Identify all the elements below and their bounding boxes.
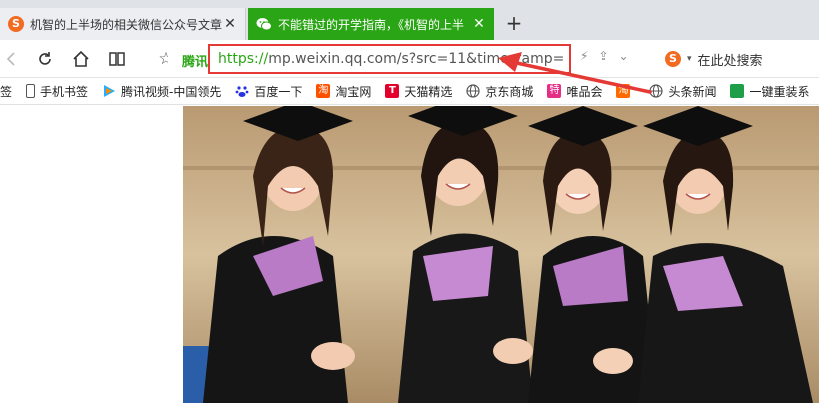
new-tab-button[interactable]: +	[503, 12, 525, 34]
close-icon[interactable]: ✕	[472, 17, 486, 31]
tab-sogou-search[interactable]: S 机智的上半场的相关微信公众号文章 ✕	[0, 8, 246, 40]
page-content	[0, 106, 819, 403]
caret-down-icon[interactable]: ▾	[687, 54, 692, 64]
search-area[interactable]: S ▾ 在此处搜索	[665, 48, 815, 70]
address-tools: ⚡ ⇪ ⌄	[580, 49, 629, 63]
bookmark-label: 淘宝网	[335, 84, 372, 99]
reload-button[interactable]	[34, 48, 56, 70]
bookmark-label: 腾讯视频-中国领先	[121, 84, 222, 99]
article-photo	[183, 106, 819, 403]
bookmark-baidu[interactable]: 百度一下	[235, 83, 302, 100]
bookmark-reinstall[interactable]: 一键重装系	[730, 83, 809, 100]
tab-title: 机智的上半场的相关微信公众号文章	[30, 17, 223, 32]
globe-icon	[649, 84, 664, 98]
address-bar[interactable]: 腾讯 https://mp.weixin.qq.com/s?src=11&tim…	[168, 44, 658, 74]
bookmark-taobao[interactable]: 淘 淘宝网	[316, 83, 371, 100]
url-highlight-box[interactable]: https://mp.weixin.qq.com/s?src=11&timest…	[208, 44, 571, 74]
sogou-icon: S	[8, 16, 24, 32]
url-scheme: https://	[218, 51, 269, 67]
bookmark-label: 一键重装系	[749, 84, 810, 99]
bookmark-label: 京东商城	[485, 84, 534, 99]
baidu-icon	[235, 86, 249, 97]
bookmark-toutiao[interactable]: 头条新闻	[649, 83, 716, 100]
reinstall-icon	[730, 84, 745, 98]
lightning-icon[interactable]: ⚡	[580, 49, 588, 63]
vip-icon: 特	[547, 84, 562, 98]
url-input[interactable]: https://mp.weixin.qq.com/s?src=11&timest…	[218, 51, 563, 67]
navigation-bar: ☆ 腾讯 https://mp.weixin.qq.com/s?src=11&t…	[0, 40, 819, 78]
globe-icon	[466, 84, 481, 98]
reader-button[interactable]	[106, 48, 128, 70]
bookmark-tmall[interactable]: T 天猫精选	[385, 83, 452, 100]
tencent-video-icon	[104, 85, 116, 97]
bookmark-taobao-2[interactable]: 淘	[616, 84, 635, 98]
home-icon	[73, 50, 89, 67]
bookmark-item[interactable]: 签	[0, 83, 12, 100]
taobao-icon: 淘	[316, 84, 331, 98]
phone-icon	[26, 84, 36, 98]
home-button[interactable]	[70, 48, 92, 70]
taobao-icon: 淘	[616, 84, 631, 98]
sogou-search-icon[interactable]: S	[665, 51, 681, 67]
tab-wechat-article[interactable]: 不能错过的开学指南，《机智的上半 ✕	[248, 8, 494, 40]
back-button[interactable]	[0, 48, 22, 70]
tab-strip: S 机智的上半场的相关微信公众号文章 ✕ 不能错过的开学指南，《机智的上半 ✕ …	[0, 0, 819, 40]
bookmark-mobile[interactable]: 手机书签	[26, 83, 88, 100]
bookmark-label: 天猫精选	[404, 84, 453, 99]
bookmarks-bar: 签 手机书签 腾讯视频-中国领先 百度一下 淘 淘宝网 T 天猫精选 京东商城 …	[0, 78, 819, 105]
chevron-down-icon[interactable]: ⌄	[619, 49, 629, 63]
bookmark-label: 唯品会	[566, 84, 603, 99]
graduation-photo-image	[183, 106, 819, 403]
bookmark-label: 头条新闻	[668, 84, 717, 99]
bookmark-label: 手机书签	[40, 84, 89, 99]
chevron-left-icon	[6, 52, 15, 66]
bookmark-tencent-video[interactable]: 腾讯视频-中国领先	[102, 83, 221, 100]
bookmark-label: 百度一下	[254, 84, 303, 99]
close-icon[interactable]: ✕	[223, 17, 237, 31]
share-icon[interactable]: ⇪	[598, 49, 608, 63]
wechat-icon	[256, 18, 272, 31]
tab-title: 不能错过的开学指南，《机智的上半	[278, 17, 465, 32]
book-icon	[109, 52, 125, 66]
bookmark-jd[interactable]: 京东商城	[466, 83, 533, 100]
tmall-icon: T	[385, 84, 400, 98]
bookmark-label: 签	[0, 84, 13, 99]
url-text: mp.weixin.qq.com/s?src=11&timestamp=16	[268, 51, 563, 67]
search-input[interactable]: 在此处搜索	[698, 50, 763, 69]
reload-icon	[39, 52, 51, 65]
site-label: 腾讯	[182, 55, 209, 70]
bookmark-vip[interactable]: 特 唯品会	[547, 83, 602, 100]
